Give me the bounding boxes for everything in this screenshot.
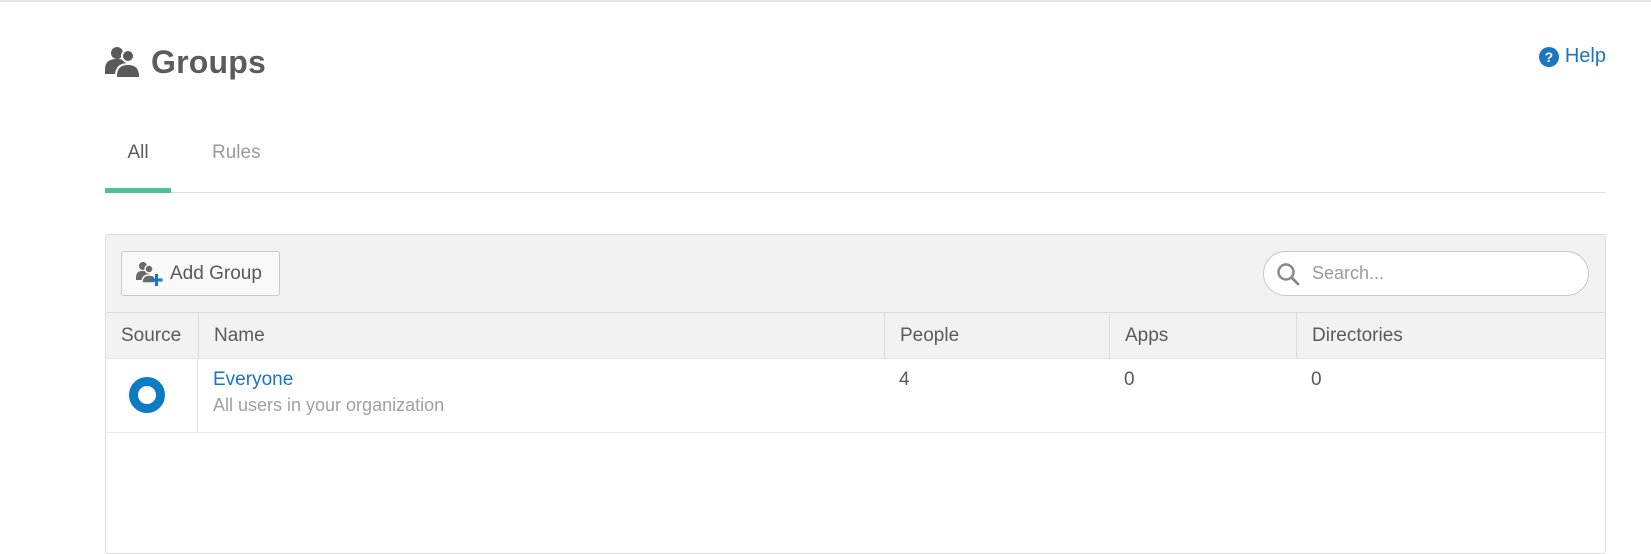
- column-header-source[interactable]: Source: [106, 313, 198, 359]
- groups-panel: Add Group Source Name People Apps Direct…: [105, 234, 1606, 554]
- page-header: Groups: [105, 40, 266, 84]
- column-header-people[interactable]: People: [884, 313, 1109, 359]
- group-description: All users in your organization: [213, 395, 445, 415]
- people-count: 4: [899, 369, 910, 390]
- tab-all[interactable]: All: [105, 142, 171, 193]
- tab-rules-label: Rules: [212, 142, 261, 163]
- help-label: Help: [1564, 45, 1606, 67]
- group-name-link[interactable]: Everyone: [213, 369, 884, 391]
- column-header-name[interactable]: Name: [198, 313, 884, 359]
- active-tab-indicator: [105, 188, 171, 193]
- groups-icon: [105, 42, 145, 82]
- column-header-directories[interactable]: Directories: [1296, 313, 1605, 359]
- tab-rules[interactable]: Rules: [212, 142, 261, 164]
- column-header-apps[interactable]: Apps: [1109, 313, 1296, 359]
- page-title: Groups: [151, 43, 266, 80]
- tab-all-label: All: [127, 142, 149, 163]
- table-row: Everyone All users in your organization …: [106, 359, 1605, 433]
- directories-count: 0: [1311, 369, 1322, 390]
- apps-count: 0: [1124, 369, 1135, 390]
- table-header: Source Name People Apps Directories: [106, 313, 1605, 359]
- tab-bar: All Rules: [105, 130, 1606, 193]
- search-input[interactable]: [1312, 263, 1572, 284]
- help-link[interactable]: ? Help: [1538, 45, 1606, 68]
- add-group-icon: [136, 260, 164, 288]
- name-cell: Everyone All users in your organization: [198, 369, 884, 416]
- help-circle-icon: ?: [1538, 46, 1559, 67]
- add-group-button[interactable]: Add Group: [121, 251, 280, 296]
- search-icon: [1276, 261, 1302, 287]
- add-group-label: Add Group: [170, 262, 262, 284]
- toolbar: Add Group: [106, 235, 1605, 313]
- okta-source-icon: [129, 377, 165, 413]
- source-cell: [106, 359, 198, 433]
- top-border: [0, 0, 1651, 2]
- search-box[interactable]: [1263, 251, 1589, 296]
